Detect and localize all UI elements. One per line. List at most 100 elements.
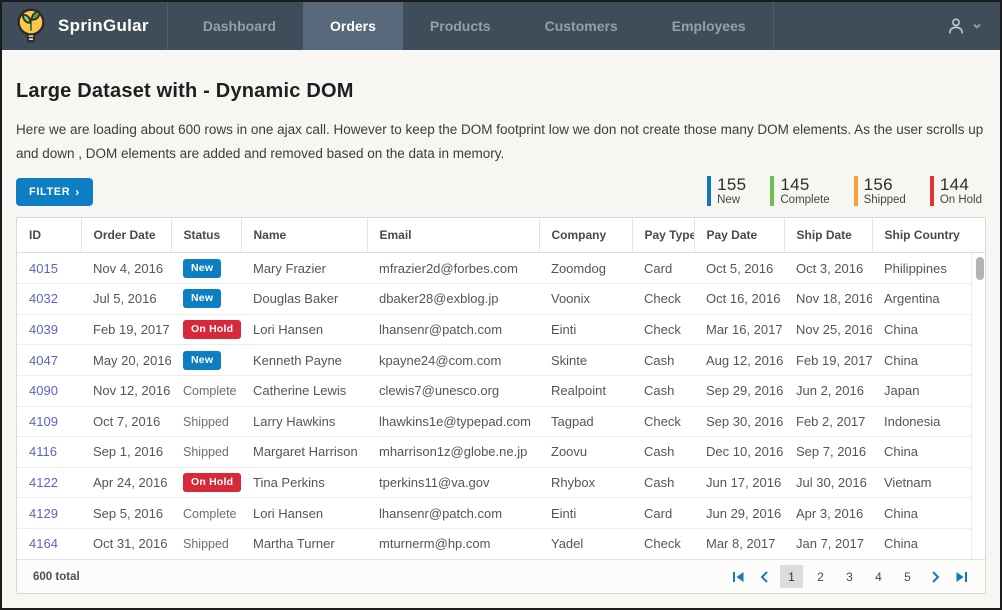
order-id-link[interactable]: 4039 [29, 322, 58, 337]
status-badge: New [183, 351, 221, 370]
cell-pay-date: Jun 17, 2016 [694, 467, 784, 498]
summary-stat-on-hold: 144On Hold [930, 176, 982, 207]
table-scrollbar [971, 253, 985, 559]
stat-label: On Hold [940, 195, 982, 207]
cell-email: kpayne24@com.com [367, 345, 539, 376]
table-row: 4122Apr 24, 2016On HoldTina Perkinstperk… [17, 467, 971, 498]
prev-page-button[interactable] [754, 566, 774, 588]
user-icon [945, 15, 967, 37]
cell-ship-date: Jan 7, 2017 [784, 528, 872, 559]
toolbar: FILTER › 155New 145Complete 156Shipped 144O… [16, 176, 986, 207]
cell-id: 4122 [17, 467, 81, 498]
page-content: Large Dataset with - Dynamic DOM Here we… [2, 80, 1000, 594]
page-button-3[interactable]: 3 [838, 565, 861, 588]
stat-label: Shipped [864, 195, 906, 207]
status-badge: Complete [183, 384, 237, 398]
cell-name: Catherine Lewis [241, 375, 367, 406]
cell-name: Mary Frazier [241, 253, 367, 284]
status-badge: Shipped [183, 537, 229, 551]
cell-pay-date: Sep 30, 2016 [694, 406, 784, 437]
status-badge: New [183, 289, 221, 308]
nav-item-orders[interactable]: Orders [303, 2, 403, 50]
cell-status: Shipped [171, 437, 241, 468]
lightbulb-leaf-icon [14, 6, 48, 46]
cell-ship-date: Feb 19, 2017 [784, 345, 872, 376]
cell-id: 4039 [17, 314, 81, 345]
cell-ship-date: Jul 30, 2016 [784, 467, 872, 498]
cell-order-date: Sep 1, 2016 [81, 437, 171, 468]
table-row: 4039Feb 19, 2017On HoldLori Hansenlhanse… [17, 314, 971, 345]
cell-ship-country: Japan [872, 375, 971, 406]
cell-name: Larry Hawkins [241, 406, 367, 437]
order-id-link[interactable]: 4032 [29, 291, 58, 306]
cell-pay-date: Oct 16, 2016 [694, 284, 784, 315]
first-page-button[interactable] [728, 566, 748, 588]
nav-divider-right [773, 2, 774, 50]
page-button-5[interactable]: 5 [896, 565, 919, 588]
scrollbar-thumb[interactable] [976, 257, 984, 280]
cell-id: 4090 [17, 375, 81, 406]
cell-email: mharrison1z@globe.ne.jp [367, 437, 539, 468]
cell-status: On Hold [171, 467, 241, 498]
order-id-link[interactable]: 4109 [29, 414, 58, 429]
cell-order-date: Oct 31, 2016 [81, 528, 171, 559]
cell-ship-country: China [872, 498, 971, 529]
cell-pay-type: Cash [632, 345, 694, 376]
order-id-link[interactable]: 4129 [29, 506, 58, 521]
table-row: 4032Jul 5, 2016NewDouglas Bakerdbaker28@… [17, 284, 971, 315]
cell-pay-date: Jun 29, 2016 [694, 498, 784, 529]
col-header-pay-type: Pay Type [632, 218, 694, 252]
nav-item-products[interactable]: Products [403, 2, 518, 50]
page-button-4[interactable]: 4 [867, 565, 890, 588]
user-menu[interactable] [945, 2, 1000, 50]
cell-email: lhawkins1e@typepad.com [367, 406, 539, 437]
filter-button[interactable]: FILTER › [16, 178, 93, 206]
cell-company: Rhybox [539, 467, 632, 498]
cell-id: 4116 [17, 437, 81, 468]
order-id-link[interactable]: 4015 [29, 261, 58, 276]
order-id-link[interactable]: 4116 [29, 444, 57, 459]
order-id-link[interactable]: 4122 [29, 475, 58, 490]
brand[interactable]: SprinGular [2, 2, 167, 50]
cell-ship-date: Jun 2, 2016 [784, 375, 872, 406]
cell-status: Complete [171, 498, 241, 529]
col-header-ship-country: Ship Country [872, 218, 971, 252]
order-id-link[interactable]: 4164 [29, 536, 58, 551]
page-button-1[interactable]: 1 [780, 565, 803, 588]
cell-ship-date: Oct 3, 2016 [784, 253, 872, 284]
page-button-2[interactable]: 2 [809, 565, 832, 588]
summary-stat-complete: 145Complete [770, 176, 829, 207]
cell-name: Lori Hansen [241, 498, 367, 529]
summary-stat-shipped: 156Shipped [854, 176, 906, 207]
cell-status: New [171, 345, 241, 376]
summary-stat-new: 155New [707, 176, 746, 207]
col-header-id: ID [17, 218, 81, 252]
order-id-link[interactable]: 4047 [29, 353, 58, 368]
cell-status: Shipped [171, 528, 241, 559]
cell-pay-type: Check [632, 284, 694, 315]
cell-company: Realpoint [539, 375, 632, 406]
next-page-button[interactable] [925, 566, 945, 588]
cell-pay-type: Card [632, 253, 694, 284]
stat-label: New [717, 195, 746, 207]
table-row: 4164Oct 31, 2016ShippedMartha Turnermtur… [17, 528, 971, 559]
nav-item-customers[interactable]: Customers [518, 2, 645, 50]
cell-order-date: Nov 12, 2016 [81, 375, 171, 406]
cell-email: lhansenr@patch.com [367, 314, 539, 345]
page-title: Large Dataset with - Dynamic DOM [16, 80, 986, 103]
cell-status: Complete [171, 375, 241, 406]
order-id-link[interactable]: 4090 [29, 383, 58, 398]
table-body: 4015Nov 4, 2016NewMary Fraziermfrazier2d… [17, 253, 985, 559]
cell-pay-date: Oct 5, 2016 [694, 253, 784, 284]
cell-ship-date: Nov 25, 2016 [784, 314, 872, 345]
table-row: 4116Sep 1, 2016ShippedMargaret Harrisonm… [17, 437, 971, 468]
cell-pay-date: Mar 16, 2017 [694, 314, 784, 345]
nav-item-dashboard[interactable]: Dashboard [176, 2, 303, 50]
status-badge: On Hold [183, 320, 241, 339]
cell-pay-date: Sep 29, 2016 [694, 375, 784, 406]
table-row: 4015Nov 4, 2016NewMary Fraziermfrazier2d… [17, 253, 971, 284]
nav-item-employees[interactable]: Employees [645, 2, 773, 50]
cell-email: tperkins11@va.gov [367, 467, 539, 498]
page-description: Here we are loading about 600 rows in on… [16, 118, 986, 167]
last-page-button[interactable] [951, 566, 971, 588]
